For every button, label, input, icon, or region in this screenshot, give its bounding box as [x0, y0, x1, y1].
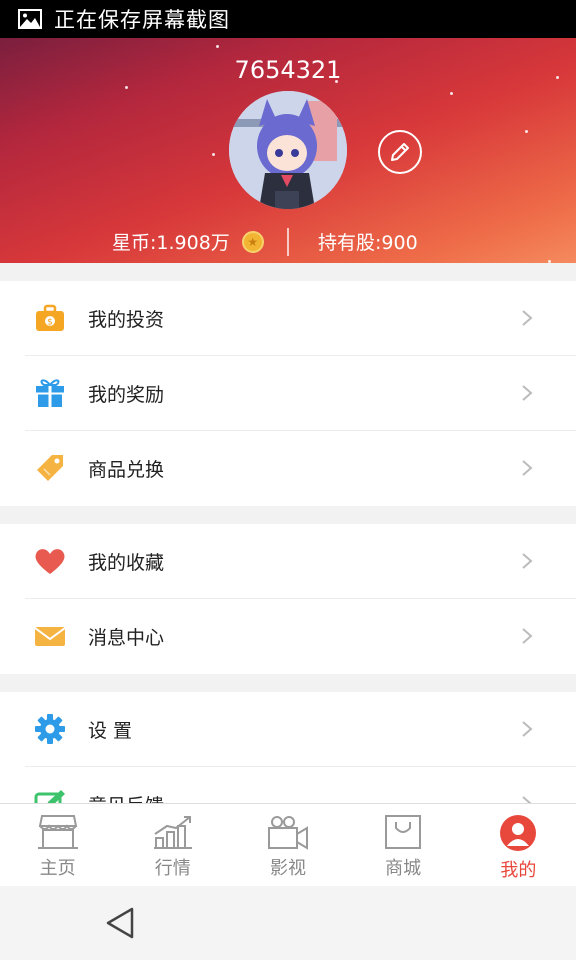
tab-label: 我的	[500, 860, 537, 881]
status-text: 正在保存屏幕截图	[54, 8, 230, 32]
gift-icon	[36, 379, 64, 407]
profile-icon	[500, 815, 537, 851]
coin-icon: ★	[241, 230, 264, 253]
menu-group-2: 我的收藏 消息中心	[0, 524, 576, 674]
menu-item-label: 我的奖励	[88, 384, 165, 406]
tag-icon	[37, 455, 63, 481]
menu-item-my-investments[interactable]: $ 我的投资	[0, 281, 576, 356]
svg-text:$: $	[47, 318, 53, 328]
menu-item-label: 我的收藏	[88, 552, 165, 574]
envelope-icon	[34, 627, 66, 646]
menu-item-my-rewards[interactable]: 我的奖励	[0, 356, 576, 431]
chevron-right-icon	[522, 460, 533, 476]
shopping-bag-icon	[385, 815, 422, 849]
profile-header: 7654321 星币:1.908万 ★ 持有股:900	[0, 38, 576, 263]
video-camera-icon	[267, 816, 308, 850]
stats-bar: 星币:1.908万 ★ 持有股:900	[0, 228, 576, 258]
avatar[interactable]	[229, 91, 347, 209]
menu-item-label: 消息中心	[88, 627, 165, 649]
menu-item-label: 我的投资	[88, 309, 165, 331]
tab-label: 行情	[154, 858, 191, 879]
tab-label: 影视	[269, 858, 306, 879]
status-bar: 正在保存屏幕截图	[0, 0, 576, 38]
chevron-right-icon	[522, 628, 533, 644]
gear-icon	[35, 714, 65, 744]
edit-profile-button[interactable]	[378, 130, 422, 174]
chevron-right-icon	[522, 310, 533, 326]
tab-mine[interactable]: 我的	[461, 804, 576, 887]
menu-item-label: 设 置	[88, 720, 133, 742]
coins-label: 星币:1.908万	[112, 232, 230, 254]
pencil-icon	[391, 143, 409, 161]
bottom-nav: 主页 行情 影视 商城 我的	[0, 803, 576, 886]
menu-group-1: $ 我的投资 我的奖励 商品兑换	[0, 281, 576, 506]
tab-market[interactable]: 行情	[115, 804, 230, 887]
coins-stat[interactable]: 星币:1.908万 ★	[112, 228, 264, 255]
shares-stat[interactable]: 持有股:900	[318, 228, 418, 255]
system-nav-bar	[0, 886, 576, 960]
menu-item-message-center[interactable]: 消息中心	[0, 599, 576, 674]
tab-label: 主页	[39, 858, 76, 879]
tab-video[interactable]: 影视	[230, 804, 345, 887]
menu-item-product-exchange[interactable]: 商品兑换	[0, 431, 576, 506]
stats-divider	[287, 228, 289, 256]
tab-mall[interactable]: 商城	[346, 804, 461, 887]
menu-item-settings[interactable]: 设 置	[0, 692, 576, 767]
briefcase-icon: $	[36, 304, 64, 331]
username: 7654321	[234, 56, 342, 84]
chevron-right-icon	[522, 553, 533, 569]
trend-chart-icon	[153, 816, 192, 849]
image-icon	[18, 9, 42, 29]
back-icon[interactable]	[104, 906, 136, 940]
chevron-right-icon	[522, 721, 533, 737]
tab-home[interactable]: 主页	[0, 804, 115, 887]
chevron-right-icon	[522, 385, 533, 401]
heart-icon	[35, 549, 65, 574]
menu-item-my-favorites[interactable]: 我的收藏	[0, 524, 576, 599]
tab-label: 商城	[385, 858, 422, 879]
storefront-icon	[37, 815, 78, 849]
menu-item-label: 商品兑换	[88, 459, 165, 481]
